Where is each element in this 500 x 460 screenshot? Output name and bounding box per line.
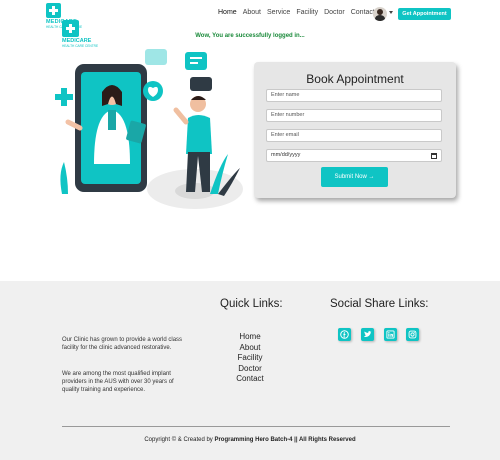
instagram-icon[interactable] bbox=[406, 328, 419, 341]
footer-logo[interactable]: MEDICARE HEALTH CARE CENTRE bbox=[62, 20, 120, 48]
footer-logo-tagline: HEALTH CARE CENTRE bbox=[62, 44, 99, 48]
social-links-heading: Social Share Links: bbox=[330, 298, 429, 310]
quick-link-facility[interactable]: Facility bbox=[200, 353, 300, 364]
footer-about-text-1: Our Clinic has grown to provide a world … bbox=[62, 337, 183, 352]
quick-link-contact[interactable]: Contact bbox=[200, 374, 300, 385]
nav-link-service[interactable]: Service bbox=[267, 9, 290, 16]
quick-links-list: Home About Facility Doctor Contact bbox=[200, 332, 300, 385]
nav-link-about[interactable]: About bbox=[243, 9, 261, 16]
nav-menu: Home About Service Facility Doctor Conta… bbox=[218, 9, 375, 16]
quick-link-home[interactable]: Home bbox=[200, 332, 300, 343]
footer-divider bbox=[62, 426, 450, 427]
date-input[interactable]: mm/dd/yyyy bbox=[266, 149, 442, 162]
twitter-icon[interactable] bbox=[361, 328, 374, 341]
calendar-icon[interactable] bbox=[431, 153, 437, 159]
booking-title: Book Appointment bbox=[306, 72, 404, 86]
number-input[interactable]: Enter number bbox=[266, 109, 442, 122]
quick-link-doctor[interactable]: Doctor bbox=[200, 364, 300, 375]
medical-cross-icon bbox=[46, 3, 61, 18]
quick-links-heading: Quick Links: bbox=[220, 298, 283, 310]
copyright-text: Copyright © & Created by Programming Her… bbox=[0, 437, 500, 443]
nav-link-home[interactable]: Home bbox=[218, 9, 237, 16]
email-input[interactable]: Enter email bbox=[266, 129, 442, 142]
get-appointment-button[interactable]: Get Appointment bbox=[398, 8, 451, 20]
copyright-owner: Programming Hero Batch-4 || All Rights R… bbox=[214, 437, 356, 443]
user-avatar[interactable] bbox=[373, 7, 387, 21]
linkedin-icon[interactable] bbox=[384, 328, 397, 341]
chevron-down-icon[interactable] bbox=[389, 11, 393, 14]
date-input-placeholder: mm/dd/yyyy bbox=[271, 152, 301, 158]
footer-about-text-2: We are among the most qualified implant … bbox=[62, 371, 174, 394]
name-input[interactable]: Enter name bbox=[266, 89, 442, 102]
doctor-consultation-illustration bbox=[55, 49, 243, 209]
nav-link-facility[interactable]: Facility bbox=[296, 9, 318, 16]
medical-cross-icon bbox=[62, 20, 79, 37]
book-appointment-card: Book Appointment Enter name Enter number… bbox=[254, 62, 456, 198]
quick-link-about[interactable]: About bbox=[200, 343, 300, 354]
facebook-icon[interactable] bbox=[338, 328, 351, 341]
submit-button[interactable]: Submit Now → bbox=[321, 167, 388, 187]
copyright-prefix: Copyright © & Created by bbox=[144, 437, 215, 443]
nav-link-contact[interactable]: Contact bbox=[351, 9, 375, 16]
nav-link-doctor[interactable]: Doctor bbox=[324, 9, 345, 16]
